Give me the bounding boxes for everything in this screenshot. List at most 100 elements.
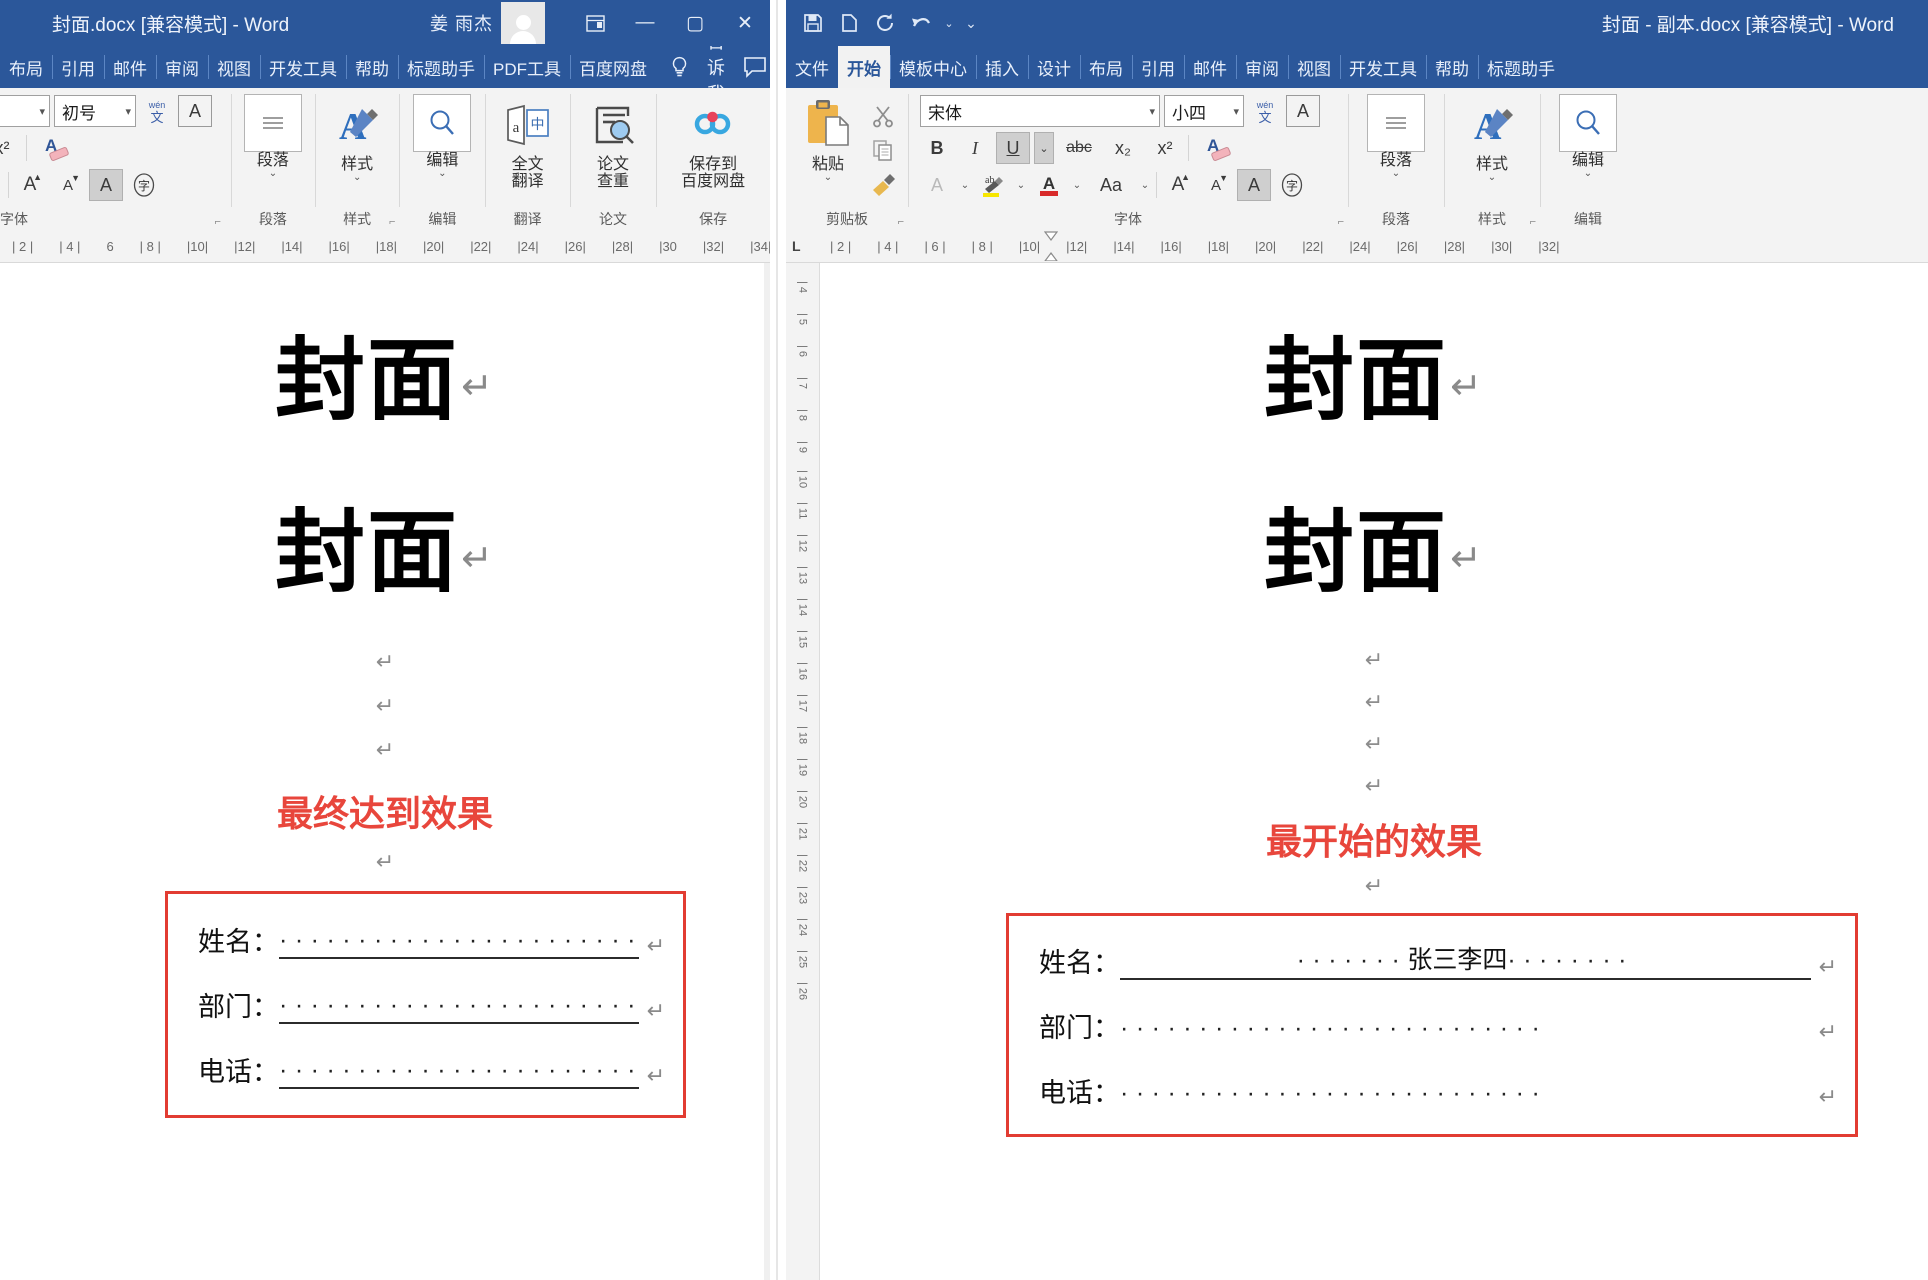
superscript-button-right[interactable]: x² bbox=[1146, 132, 1184, 164]
right-field-value[interactable]: ··························· bbox=[1120, 1014, 1811, 1045]
left-tab-6[interactable]: 帮助 bbox=[346, 46, 398, 88]
left-field-row[interactable]: 姓名： ································· ↵ bbox=[198, 920, 665, 959]
font-color-caret-icon[interactable]: ⌄ bbox=[1070, 180, 1084, 191]
change-case-caret-icon-right[interactable]: ⌄ bbox=[1138, 180, 1152, 191]
left-field-value[interactable]: ································· bbox=[279, 991, 639, 1024]
clear-formatting-icon-right[interactable]: A bbox=[1193, 132, 1239, 164]
left-field-row[interactable]: 电话： ································· ↵ bbox=[198, 1050, 665, 1089]
right-tab-8[interactable]: 审阅 bbox=[1236, 46, 1288, 88]
phonetic-guide-icon-right[interactable]: wén 文 bbox=[1248, 95, 1282, 127]
left-field-row[interactable]: 部门： ································· ↵ bbox=[198, 985, 665, 1024]
enclose-character-icon-right[interactable]: 字 bbox=[1275, 169, 1309, 201]
close-button[interactable]: ✕ bbox=[720, 0, 770, 46]
enclose-character-icon-left[interactable]: 字 bbox=[127, 169, 161, 201]
shading-button[interactable]: A bbox=[1237, 169, 1271, 201]
new-document-icon[interactable] bbox=[832, 7, 866, 39]
character-border-icon-right[interactable]: A bbox=[1286, 95, 1320, 127]
right-horizontal-ruler[interactable]: L | 2 | | 4 | | 6 | | 8 | |10| |12| |14| |16| |1… bbox=[786, 231, 1928, 263]
thesis-check-button[interactable]: 论文 查重 bbox=[581, 94, 645, 191]
indent-markers[interactable] bbox=[1043, 231, 1059, 262]
font-size-combo-right[interactable]: 小四 ▾ bbox=[1164, 95, 1244, 127]
full-text-translate-button[interactable]: a中 全文 翻译 bbox=[496, 94, 560, 191]
left-horizontal-ruler[interactable]: | 2 | | 4 | 6 | 8 | |10| |12| |14| |16| |18| |20|… bbox=[0, 231, 770, 263]
right-tab-6[interactable]: 引用 bbox=[1132, 46, 1184, 88]
minimize-button[interactable]: — bbox=[620, 0, 670, 46]
vertical-ruler[interactable]: | 4 | 5 | 6 | 7 | 8 | 9 | 10 | 11 | 12 | 13 | 14 | … bbox=[786, 263, 820, 1280]
text-highlight-color-icon[interactable]: ab bbox=[976, 169, 1010, 201]
avatar[interactable] bbox=[501, 2, 545, 44]
customize-qat-icon[interactable]: ⌄ bbox=[960, 7, 982, 39]
undo-dropdown-caret-icon[interactable]: ⌄ bbox=[940, 7, 958, 39]
italic-button[interactable]: I bbox=[958, 132, 992, 164]
format-painter-icon[interactable] bbox=[866, 168, 900, 200]
change-case-button-right[interactable]: Aa bbox=[1088, 169, 1134, 201]
shrink-font-button-left[interactable]: A ▼ bbox=[51, 169, 85, 201]
superscript-button-left[interactable]: x² bbox=[0, 132, 22, 164]
change-case-caret-icon-left[interactable]: ⌄ bbox=[0, 180, 4, 191]
right-field-value[interactable]: ··························· bbox=[1120, 1079, 1811, 1110]
right-tab-10[interactable]: 开发工具 bbox=[1340, 46, 1426, 88]
right-tab-12[interactable]: 标题助手 bbox=[1478, 46, 1564, 88]
left-tab-7[interactable]: 标题助手 bbox=[398, 46, 484, 88]
comment-icon[interactable] bbox=[733, 56, 770, 78]
left-tab-0[interactable]: 布局 bbox=[0, 46, 52, 88]
subscript-button-right[interactable]: x₂ bbox=[1104, 132, 1142, 164]
left-tab-4[interactable]: 视图 bbox=[208, 46, 260, 88]
left-account-chip[interactable]: 姜 雨杰 bbox=[430, 2, 545, 44]
text-effects-caret-icon[interactable]: ⌄ bbox=[958, 180, 972, 191]
shrink-font-button-right[interactable]: A ▼ bbox=[1199, 169, 1233, 201]
left-tell-me-group[interactable]: 告诉我 bbox=[656, 46, 770, 88]
maximize-button[interactable]: ▢ bbox=[670, 0, 720, 46]
character-border-icon-left[interactable]: A bbox=[178, 95, 212, 127]
font-dialog-launcher-left[interactable]: ⌐ bbox=[215, 216, 221, 228]
left-tab-3[interactable]: 审阅 bbox=[156, 46, 208, 88]
strikethrough-button[interactable]: abc bbox=[1058, 132, 1100, 164]
styles-dialog-launcher-right[interactable]: ⌐ bbox=[1530, 216, 1536, 228]
right-tab-0[interactable]: 文件 bbox=[786, 46, 838, 88]
redo-icon[interactable] bbox=[868, 7, 902, 39]
paragraph-button-left[interactable]: 段落 ⌄ bbox=[238, 94, 308, 181]
text-highlight-button-left[interactable]: A bbox=[89, 169, 123, 201]
right-tab-1[interactable]: 开始 bbox=[838, 46, 890, 88]
left-tab-9[interactable]: 百度网盘 bbox=[570, 46, 656, 88]
cut-icon[interactable] bbox=[866, 100, 900, 132]
underline-button[interactable]: U bbox=[996, 132, 1030, 164]
left-field-value[interactable]: ································· bbox=[279, 926, 639, 959]
copy-icon[interactable] bbox=[866, 134, 900, 166]
phonetic-guide-icon-left[interactable]: wén 文 bbox=[140, 95, 174, 127]
font-color-icon[interactable]: A bbox=[1032, 169, 1066, 201]
save-icon[interactable] bbox=[796, 7, 830, 39]
paste-button[interactable]: 粘贴 ⌄ bbox=[794, 94, 862, 185]
right-tab-9[interactable]: 视图 bbox=[1288, 46, 1340, 88]
right-tab-2[interactable]: 模板中心 bbox=[890, 46, 976, 88]
editing-button-left[interactable]: 编辑 ⌄ bbox=[407, 94, 477, 181]
text-effects-button[interactable]: A bbox=[920, 169, 954, 201]
styles-dialog-launcher-left[interactable]: ⌐ bbox=[389, 216, 395, 228]
styles-button-right[interactable]: A 样式 ⌄ bbox=[1458, 94, 1526, 185]
right-tab-3[interactable]: 插入 bbox=[976, 46, 1028, 88]
paragraph-button-right[interactable]: 段落 ⌄ bbox=[1361, 94, 1431, 181]
right-tab-7[interactable]: 邮件 bbox=[1184, 46, 1236, 88]
editing-button-right[interactable]: 编辑 ⌄ bbox=[1553, 94, 1623, 181]
bold-button[interactable]: B bbox=[920, 132, 954, 164]
clear-formatting-icon-left[interactable]: A bbox=[31, 132, 77, 164]
right-field-row[interactable]: 电话： ··························· ↵ bbox=[1039, 1071, 1837, 1110]
styles-button-left[interactable]: A 样式 ⌄ bbox=[323, 94, 391, 185]
undo-icon[interactable] bbox=[904, 7, 938, 39]
font-name-combo-right[interactable]: 宋体 ▾ bbox=[920, 95, 1160, 127]
left-field-value[interactable]: ································· bbox=[279, 1056, 639, 1089]
right-field-row[interactable]: 部门： ··························· ↵ bbox=[1039, 1006, 1837, 1045]
right-field-row[interactable]: 姓名： ·······张三李四········ ↵ bbox=[1039, 940, 1837, 980]
left-tab-5[interactable]: 开发工具 bbox=[260, 46, 346, 88]
left-tab-8[interactable]: PDF工具 bbox=[484, 46, 570, 88]
grow-font-button-right[interactable]: A ▲ bbox=[1161, 169, 1195, 201]
left-document-canvas[interactable]: 封面↵ 封面↵ ↵ ↵ ↵ 最终达到效果 ↵ 姓名： ·············… bbox=[0, 263, 770, 1280]
font-name-combo-left[interactable]: ▾ bbox=[0, 95, 50, 127]
font-dialog-launcher-right[interactable]: ⌐ bbox=[1338, 216, 1344, 228]
clipboard-dialog-launcher[interactable]: ⌐ bbox=[898, 216, 904, 228]
right-document-canvas[interactable]: | 4 | 5 | 6 | 7 | 8 | 9 | 10 | 11 | 12 | 13 | 14 | … bbox=[786, 263, 1928, 1280]
grow-font-button-left[interactable]: A ▲ bbox=[13, 169, 47, 201]
right-tab-5[interactable]: 布局 bbox=[1080, 46, 1132, 88]
left-tab-2[interactable]: 邮件 bbox=[104, 46, 156, 88]
underline-caret-icon[interactable]: ⌄ bbox=[1034, 132, 1054, 164]
